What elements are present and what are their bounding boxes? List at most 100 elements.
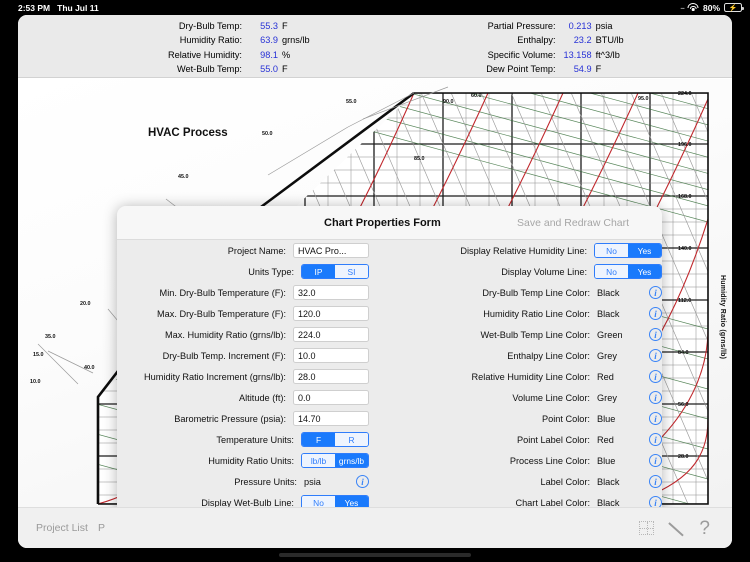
min-drybulb-input[interactable]: 32.0 [293,284,369,301]
display-volume-segmented[interactable]: No Yes [594,263,662,280]
info-icon[interactable]: i [649,412,662,425]
field-label: Chart Label Color: [515,497,590,508]
segment-option-lbperlb[interactable]: lb/lb [302,453,335,468]
chart-tick-humidity: 112.0 [678,298,692,304]
readout-label: Specific Volume: [487,49,556,60]
max-humidity-ratio-input[interactable]: 224.0 [293,326,369,343]
project-name-input[interactable]: HVAC Pro... [293,242,369,259]
readout-value: 23.2 [573,35,592,46]
field-relative-humidity-line-color[interactable]: Relative Humidity Line Color: Red i [369,366,662,387]
pressure-units-value: psia [304,476,321,487]
field-label: Enthalpy Line Color: [507,350,590,361]
toolbar-item-partial[interactable]: P [98,522,105,534]
field-display-relative-humidity-line[interactable]: Display Relative Humidity Line: No Yes [369,240,662,261]
field-display-volume-line[interactable]: Display Volume Line: No Yes [369,261,662,282]
field-pressure-units[interactable]: Pressure Units: psia i [117,471,369,492]
field-enthalpy-line-color[interactable]: Enthalpy Line Color: Grey i [369,345,662,366]
status-date: Thu Jul 11 [57,2,99,13]
segment-option-si[interactable]: SI [335,264,368,279]
readout-unit: BTU/lb [595,35,624,46]
segment-option-ip[interactable]: IP [302,264,335,279]
readout-value: 13.158 [563,49,592,60]
segment-option-no[interactable]: No [595,243,628,258]
humidity-ratio-increment-input[interactable]: 28.0 [293,368,369,385]
info-icon[interactable]: i [649,475,662,488]
chart-tick-humidity: 56.0 [678,402,689,408]
info-icon[interactable]: i [649,433,662,446]
readout-label: Dew Point Temp: [486,63,556,74]
field-volume-line-color[interactable]: Volume Line Color: Grey i [369,387,662,408]
readout-value: 0.213 [568,21,592,31]
field-temperature-units[interactable]: Temperature Units: F R [117,429,369,450]
help-icon[interactable]: ? [699,519,710,538]
altitude-input[interactable]: 0.0 [293,389,369,406]
field-units-type[interactable]: Units Type: IP SI [117,261,369,282]
chart-tick-enthalpy: 40.0 [84,365,95,371]
temperature-units-segmented[interactable]: F R [301,431,369,448]
segment-option-f[interactable]: F [302,432,335,447]
color-value: Grey [597,350,617,361]
info-icon[interactable]: i [649,349,662,362]
field-point-label-color[interactable]: Point Label Color: Red i [369,429,662,450]
segment-option-r[interactable]: R [335,432,368,447]
field-max-drybulb[interactable]: Max. Dry-Bulb Temperature (F): 120.0 [117,303,369,324]
field-humidity-ratio-units[interactable]: Humidity Ratio Units: lb/lb grns/lb [117,450,369,471]
readout-label: Partial Pressure: [487,21,556,31]
segment-option-grnsperlb[interactable]: grns/lb [335,453,368,468]
info-icon[interactable]: i [649,328,662,341]
field-drybulb-increment[interactable]: Dry-Bulb Temp. Increment (F): 10.0 [117,345,369,366]
units-type-segmented[interactable]: IP SI [301,263,369,280]
color-value: Black [597,476,620,487]
info-icon[interactable]: i [649,454,662,467]
field-max-humidity-ratio[interactable]: Max. Humidity Ratio (grns/lb): 224.0 [117,324,369,345]
field-humidity-ratio-line-color[interactable]: Humidity Ratio Line Color: Black i [369,303,662,324]
readout-row: Specific Volume: 13.158 ft^3/lb [448,50,624,63]
max-drybulb-input[interactable]: 120.0 [293,305,369,322]
segment-option-no[interactable]: No [595,264,628,279]
status-time: 2:53 PM [18,2,51,13]
field-altitude[interactable]: Altitude (ft): 0.0 [117,387,369,408]
info-icon[interactable]: i [649,286,662,299]
barometric-pressure-input[interactable]: 14.70 [293,410,369,427]
info-icon[interactable]: i [356,475,369,488]
info-icon[interactable]: i [649,370,662,383]
field-label: Wet-Bulb Temp Line Color: [480,329,590,340]
field-label-color[interactable]: Label Color: Black i [369,471,662,492]
readout-unit: grns/lb [282,35,310,46]
process-line-icon[interactable] [668,521,685,536]
display-relative-humidity-segmented[interactable]: No Yes [594,242,662,259]
segment-option-yes[interactable]: Yes [628,243,661,258]
field-label: Barometric Pressure (psia): [174,413,286,424]
chart-tick-enthalpy: 10.0 [30,379,41,385]
field-label: Min. Dry-Bulb Temperature (F): [159,287,286,298]
humidity-ratio-units-segmented[interactable]: lb/lb grns/lb [301,452,369,469]
readout-value: 98.1 [260,49,278,60]
drybulb-increment-input[interactable]: 10.0 [293,347,369,364]
field-label: Display Relative Humidity Line: [460,245,587,256]
chart-tick-enthalpy: 15.0 [33,352,44,358]
field-humidity-ratio-increment[interactable]: Humidity Ratio Increment (grns/lb): 28.0 [117,366,369,387]
field-min-drybulb[interactable]: Min. Dry-Bulb Temperature (F): 32.0 [117,282,369,303]
save-and-redraw-button[interactable]: Save and Redraw Chart [517,217,629,229]
field-process-line-color[interactable]: Process Line Color: Blue i [369,450,662,471]
field-barometric-pressure[interactable]: Barometric Pressure (psia): 14.70 [117,408,369,429]
chart-tick-humidity: 168.0 [678,194,692,200]
field-point-color[interactable]: Point Color: Blue i [369,408,662,429]
chart-tick-enthalpy: 55.0 [346,99,357,105]
field-project-name[interactable]: Project Name: HVAC Pro... [117,240,369,261]
info-icon[interactable]: i [649,307,662,320]
project-list-button[interactable]: Project List [36,522,88,534]
field-drybulb-line-color[interactable]: Dry-Bulb Temp Line Color: Black i [369,282,662,303]
color-value: Black [597,497,620,508]
color-value: Red [597,434,614,445]
chart-tick-humidity: 224.0 [678,91,692,97]
chart-grid-icon[interactable] [639,521,655,535]
info-icon[interactable]: i [649,391,662,404]
ios-status-bar: 2:53 PM Thu Jul 11 .... 80% ⚡ [0,0,750,15]
field-wetbulb-line-color[interactable]: Wet-Bulb Temp Line Color: Green i [369,324,662,345]
chart-tick-wetbulb: 85.0 [414,156,425,162]
field-label: Altitude (ft): [239,392,286,403]
form-column-left: Project Name: HVAC Pro... Units Type: IP… [117,240,369,536]
color-value: Black [597,287,620,298]
segment-option-yes[interactable]: Yes [628,264,661,279]
